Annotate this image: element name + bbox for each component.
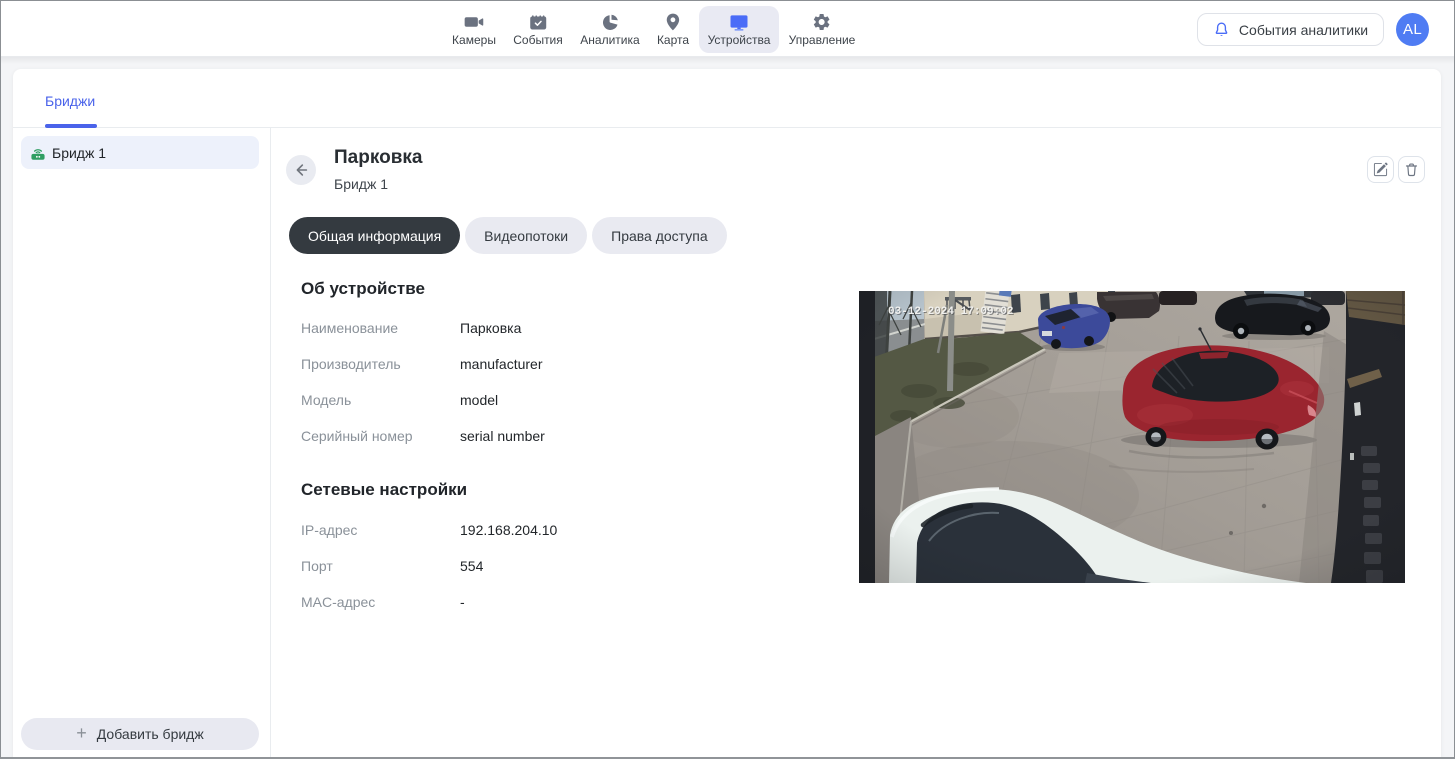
svg-text:03-12-2024 17:09:02: 03-12-2024 17:09:02 (888, 306, 1013, 318)
